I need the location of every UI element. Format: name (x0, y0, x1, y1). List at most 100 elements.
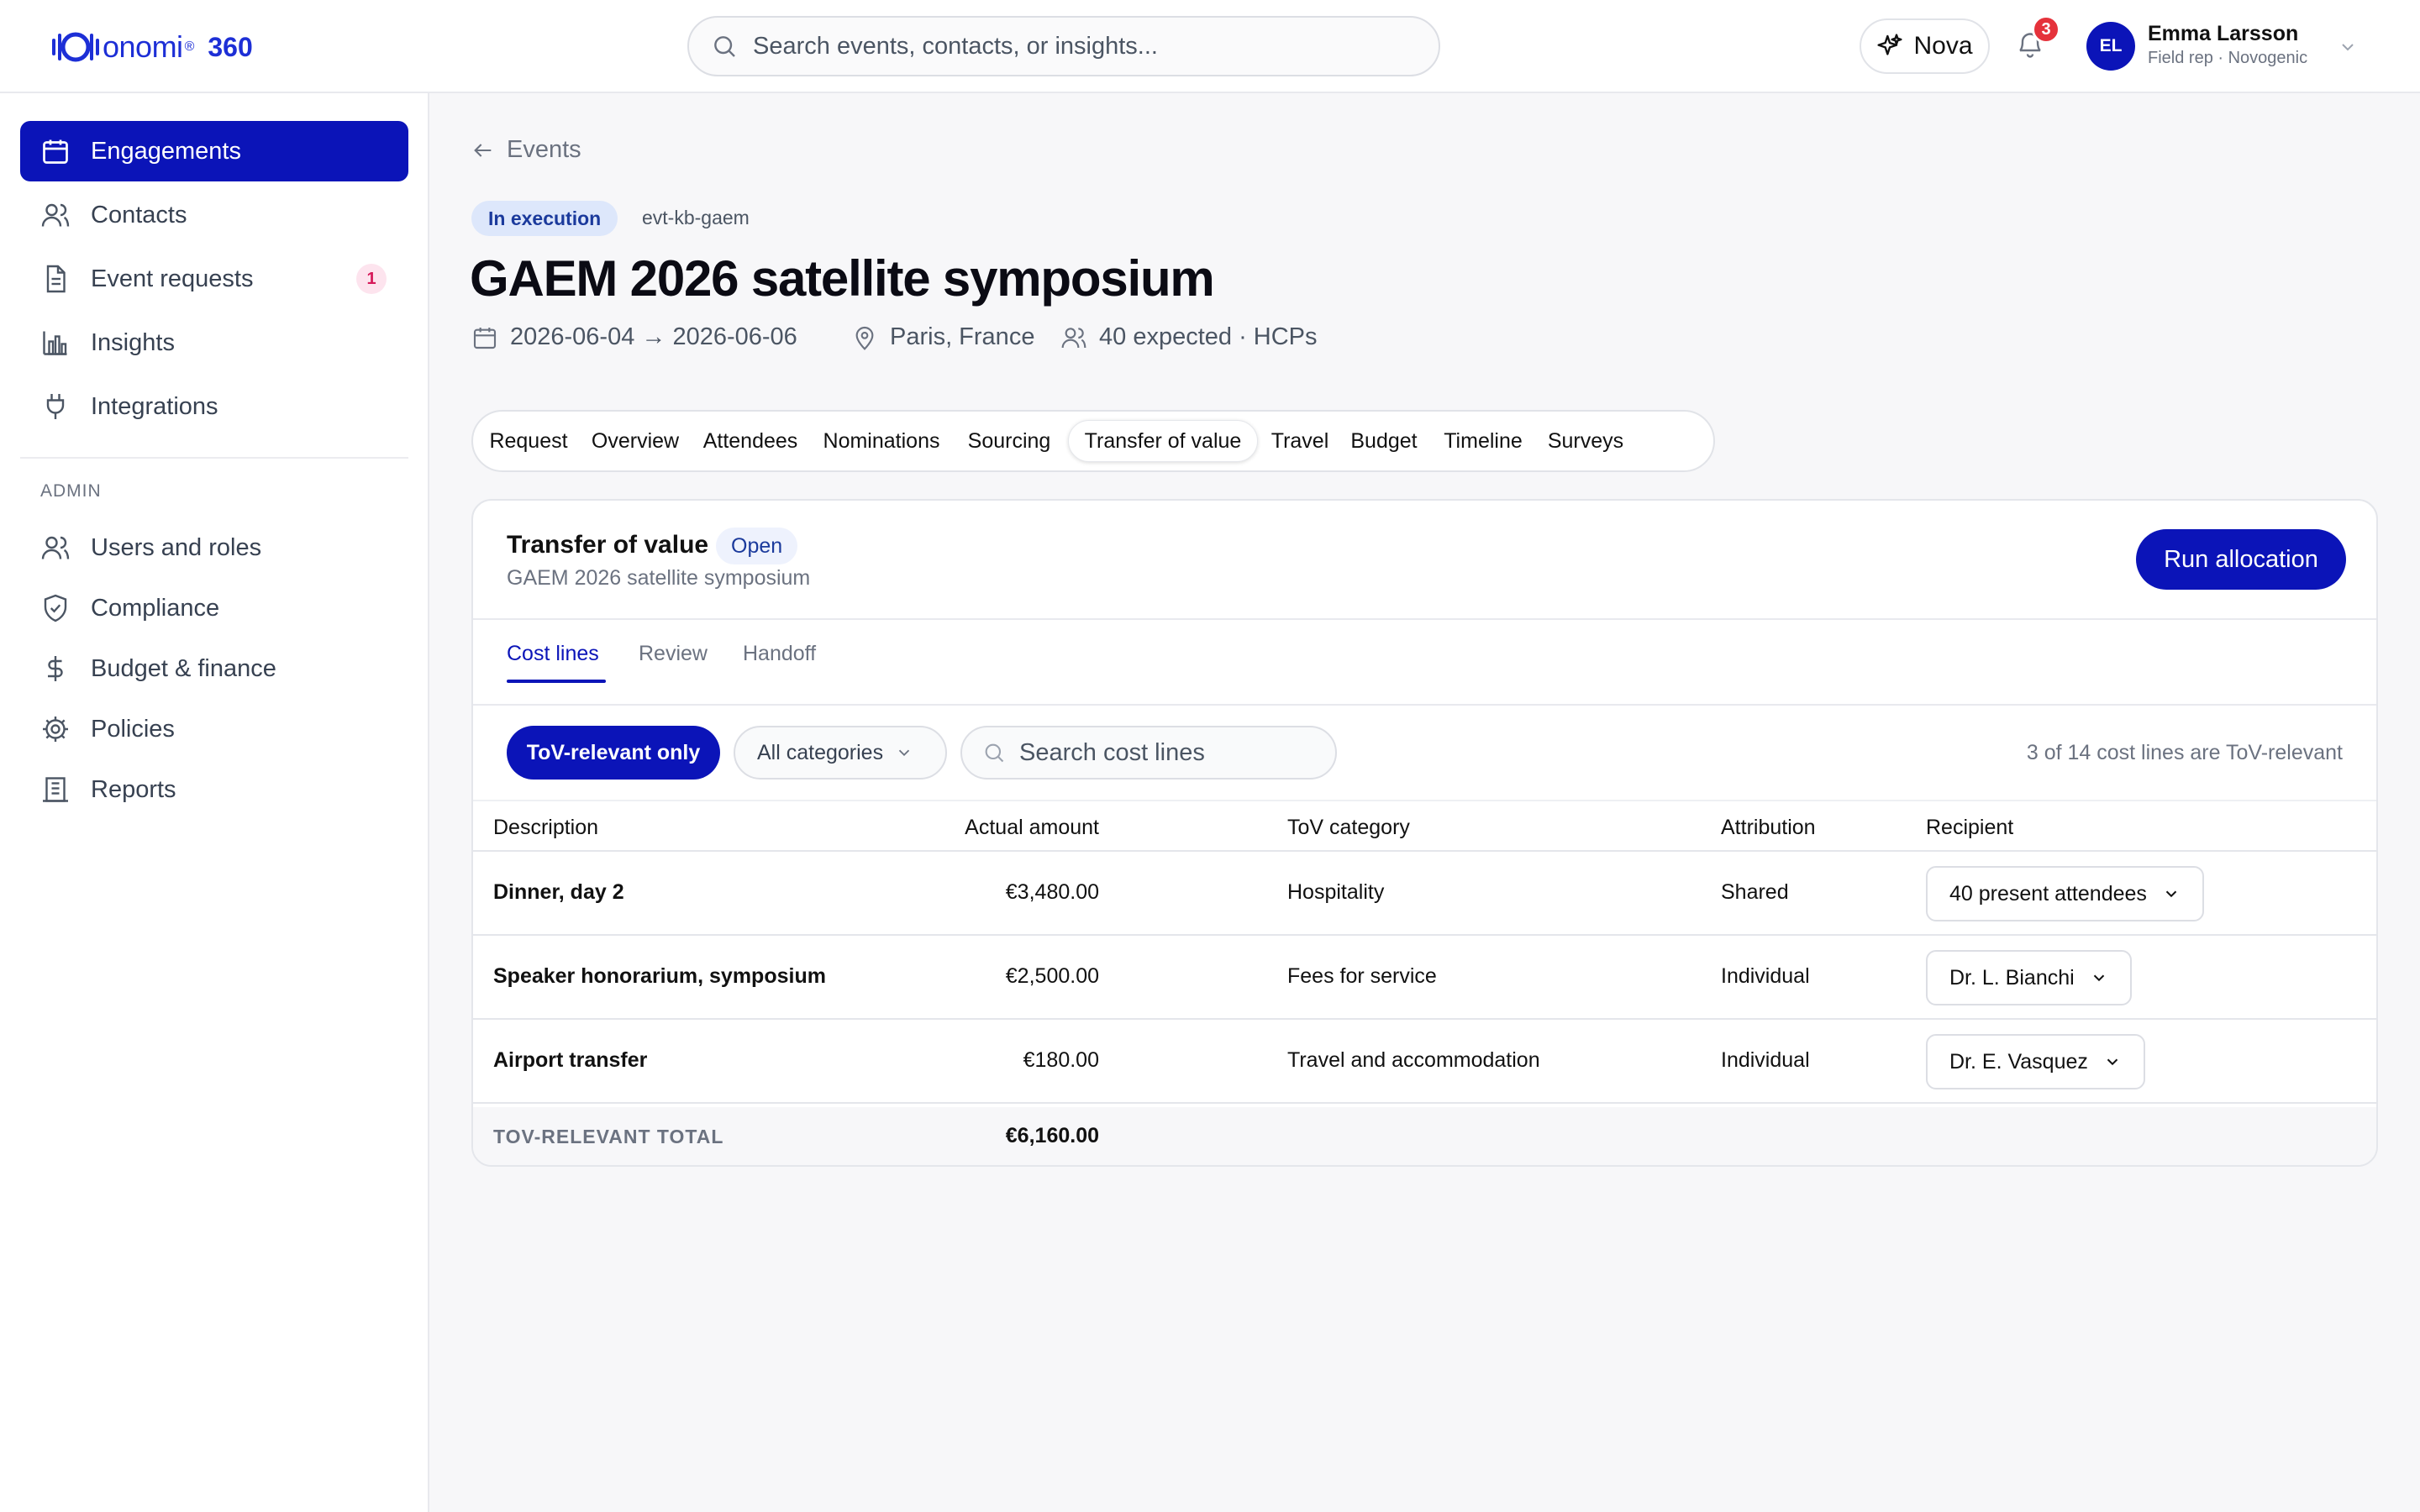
tab-sourcing[interactable]: Sourcing (957, 420, 1061, 462)
sidebar-item-integrations[interactable]: Integrations (20, 376, 408, 437)
tab-transfer-of-value[interactable]: Transfer of value (1068, 420, 1258, 462)
users-icon (1061, 327, 1086, 348)
event-requests-badge: 1 (356, 264, 387, 294)
table-header: Description Actual amount ToV category A… (473, 800, 2376, 852)
back-to-events-link[interactable]: Events (471, 136, 581, 164)
active-subtab-indicator (507, 680, 606, 683)
column-description: Description (493, 816, 599, 839)
tov-relevant-filter-button[interactable]: ToV-relevant only (507, 726, 720, 780)
sidebar-item-contacts[interactable]: Contacts (20, 185, 408, 245)
chevron-down-icon[interactable] (2338, 37, 2358, 57)
chevron-down-icon (898, 749, 910, 757)
event-tabs: Request Overview Attendees Nominations S… (471, 410, 1715, 472)
nova-button[interactable]: Nova (1860, 18, 1990, 74)
shield-icon (44, 594, 67, 622)
tab-travel[interactable]: Travel (1265, 420, 1335, 462)
sidebar-item-label: Policies (91, 715, 175, 743)
sidebar-item-policies[interactable]: Policies (20, 699, 408, 759)
subtab-handoff[interactable]: Handoff (743, 642, 816, 666)
brand-logo[interactable]: onomi ® 360 (50, 25, 253, 69)
tab-nominations[interactable]: Nominations (813, 420, 950, 462)
row-attribution: Individual (1721, 1048, 1810, 1072)
tab-timeline[interactable]: Timeline (1433, 420, 1534, 462)
sidebar-item-engagements[interactable]: Engagements (20, 121, 408, 181)
row-description: Airport transfer (493, 1048, 648, 1072)
card-title: Transfer of value (507, 531, 709, 559)
building-icon (43, 777, 68, 802)
sidebar-item-budget-finance[interactable]: Budget & finance (20, 638, 408, 699)
sidebar-item-label: Compliance (91, 594, 220, 622)
subtab-cost-lines[interactable]: Cost lines (507, 642, 599, 666)
row-description: Dinner, day 2 (493, 880, 624, 904)
divider (473, 618, 2376, 620)
row-category: Fees for service (1287, 964, 1437, 988)
bar-chart-icon (43, 331, 67, 355)
sidebar-item-reports[interactable]: Reports (20, 759, 408, 820)
table-row: Speaker honorarium, symposium €2,500.00 … (473, 936, 2376, 1020)
recipient-value: 40 present attendees (1949, 881, 2147, 906)
arrow-left-icon (474, 143, 492, 157)
search-icon (714, 36, 735, 57)
avatar[interactable]: EL (2086, 22, 2135, 71)
run-allocation-button[interactable]: Run allocation (2136, 529, 2346, 590)
event-attendance-text: 40 expected · HCPs (1099, 323, 1318, 350)
global-search-input[interactable] (753, 32, 1408, 60)
sidebar-item-users-and-roles[interactable]: Users and roles (20, 517, 408, 578)
total-row: TOV-RELEVANT TOTAL €6,160.00 (473, 1107, 2376, 1165)
sidebar-item-event-requests[interactable]: Event requests 1 (20, 249, 408, 309)
total-label: TOV-RELEVANT TOTAL (493, 1126, 724, 1147)
cost-lines-search-input[interactable] (1019, 738, 1322, 767)
subtab-review[interactable]: Review (639, 642, 708, 666)
row-description: Speaker honorarium, symposium (493, 964, 826, 988)
column-tov-category: ToV category (1287, 816, 1410, 839)
column-attribution: Attribution (1721, 816, 1816, 839)
table-row: Airport transfer €180.00 Travel and acco… (473, 1020, 2376, 1104)
event-id: evt-kb-gaem (642, 207, 750, 228)
divider (473, 704, 2376, 706)
recipient-select[interactable]: 40 present attendees (1926, 866, 2204, 921)
onomi-logo-icon (52, 32, 99, 62)
tab-overview[interactable]: Overview (582, 420, 688, 462)
user-name[interactable]: Emma Larsson (2148, 22, 2298, 46)
plug-icon (46, 394, 65, 419)
global-search[interactable] (687, 16, 1440, 76)
total-value: €6,160.00 (1005, 1124, 1099, 1147)
row-category: Hospitality (1287, 880, 1385, 904)
recipient-select[interactable]: Dr. L. Bianchi (1926, 950, 2132, 1005)
sidebar-item-compliance[interactable]: Compliance (20, 578, 408, 638)
sidebar-item-insights[interactable]: Insights (20, 312, 408, 373)
category-select[interactable]: All categories (734, 726, 947, 780)
recipient-value: Dr. E. Vasquez (1949, 1049, 2088, 1074)
dollar-icon (48, 656, 63, 681)
nova-label: Nova (1913, 32, 1973, 60)
users-icon (41, 536, 70, 559)
column-recipient: Recipient (1926, 816, 2014, 839)
event-location: Paris, France (851, 323, 1034, 351)
sidebar-item-label: Insights (91, 328, 175, 356)
event-attendance: 40 expected · HCPs (1060, 323, 1318, 351)
recipient-select[interactable]: Dr. E. Vasquez (1926, 1034, 2145, 1089)
status-badge: In execution (471, 201, 618, 236)
tab-budget[interactable]: Budget (1342, 420, 1426, 462)
tab-request[interactable]: Request (481, 420, 576, 462)
row-amount: €180.00 (1023, 1048, 1099, 1072)
users-icon (41, 203, 70, 227)
chevron-down-icon (2093, 974, 2104, 982)
row-amount: €2,500.00 (1005, 964, 1099, 988)
calendar-icon (43, 139, 68, 164)
notification-badge: 3 (2032, 15, 2060, 44)
category-select-value: All categories (757, 740, 884, 764)
brand-product: 360 (208, 31, 253, 62)
sidebar-item-label: Budget & finance (91, 654, 276, 682)
chevron-down-icon (2165, 890, 2177, 898)
transfer-of-value-card: Transfer of value Open GAEM 2026 satelli… (471, 499, 2378, 1167)
tab-surveys[interactable]: Surveys (1540, 420, 1631, 462)
event-location-text: Paris, France (890, 323, 1035, 350)
tov-relevant-count: 3 of 14 cost lines are ToV-relevant (2026, 741, 2343, 764)
tab-attendees[interactable]: Attendees (695, 420, 806, 462)
table-row: Dinner, day 2 €3,480.00 Hospitality Shar… (473, 852, 2376, 936)
cost-lines-search[interactable] (960, 726, 1337, 780)
document-icon (46, 265, 66, 293)
brand-name: onomi (103, 29, 183, 64)
admin-heading: ADMIN (40, 481, 102, 501)
